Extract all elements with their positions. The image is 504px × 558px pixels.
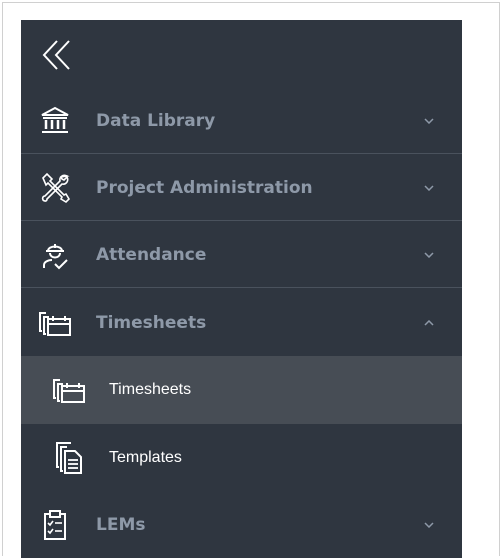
sidebar: Data Library Project Administration Atte… — [21, 20, 462, 558]
templates-icon — [51, 440, 87, 476]
clipboard-list-icon — [38, 508, 72, 542]
sidebar-item-project-administration[interactable]: Project Administration — [21, 155, 462, 221]
timesheets-icon — [51, 372, 87, 408]
tools-icon — [38, 171, 72, 205]
chevron-down-icon — [422, 248, 436, 262]
chevron-up-icon — [422, 316, 436, 330]
sidebar-item-timesheets[interactable]: Timesheets — [21, 290, 462, 356]
chevron-down-icon — [422, 181, 436, 195]
sidebar-subitem-label: Templates — [109, 449, 182, 466]
sidebar-subitem-templates[interactable]: Templates — [21, 424, 462, 492]
sidebar-item-data-library[interactable]: Data Library — [21, 88, 462, 154]
sidebar-item-lems[interactable]: LEMs — [21, 492, 462, 558]
bank-icon — [38, 104, 72, 138]
sidebar-item-label: Timesheets — [96, 313, 207, 333]
sidebar-item-label: LEMs — [96, 515, 146, 535]
sidebar-subitem-timesheets[interactable]: Timesheets — [21, 356, 462, 424]
sidebar-subitem-label: Timesheets — [109, 381, 192, 398]
chevron-down-icon — [422, 518, 436, 532]
sidebar-item-label: Attendance — [96, 244, 207, 265]
sidebar-item-label: Data Library — [96, 110, 216, 131]
worker-check-icon — [38, 238, 72, 272]
collapse-sidebar-button[interactable] — [39, 37, 75, 73]
chevron-down-icon — [422, 114, 436, 128]
timesheets-icon — [38, 306, 72, 340]
double-chevron-left-icon — [42, 40, 70, 70]
sidebar-item-attendance[interactable]: Attendance — [21, 222, 462, 288]
sidebar-item-label: Project Administration — [96, 177, 313, 198]
